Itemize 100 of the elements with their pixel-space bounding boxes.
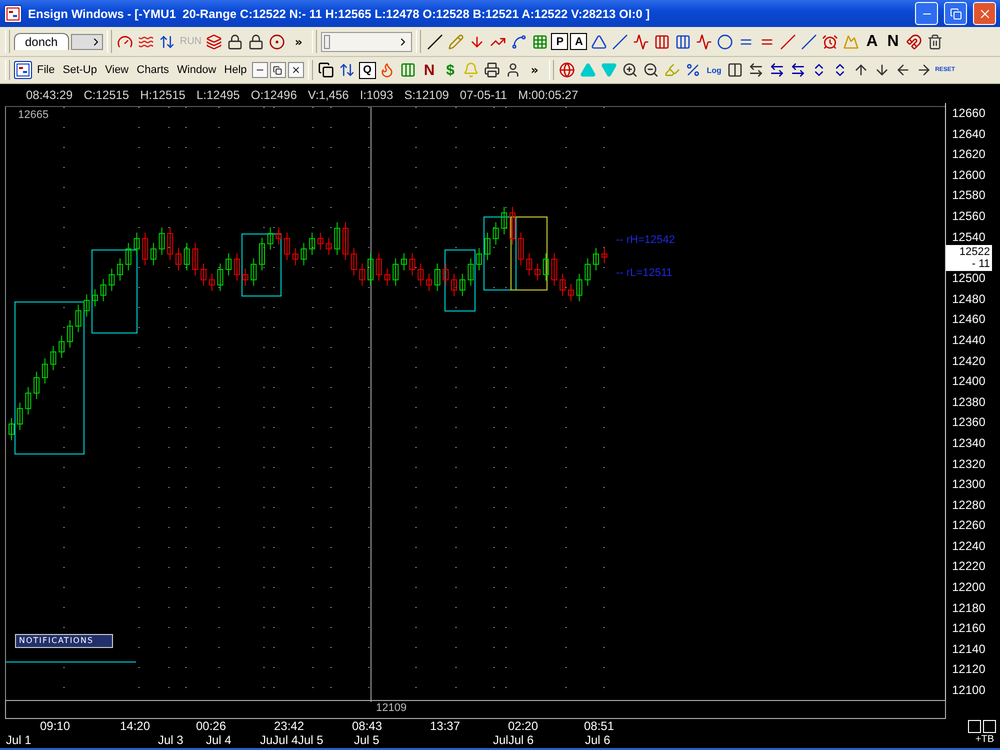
corner-label[interactable]: +TB <box>975 734 994 745</box>
printer-icon[interactable] <box>482 60 502 80</box>
menu-item[interactable]: Set-Up <box>60 64 100 76</box>
globe-icon[interactable] <box>558 60 577 80</box>
axis-label: 12480 <box>951 290 986 308</box>
date-label: Jul 3 <box>158 733 184 747</box>
zigzag-icon[interactable] <box>631 32 650 52</box>
line-icon[interactable] <box>425 32 444 52</box>
axis-label: 12660 <box>951 105 986 122</box>
quote-value: M:00:05:27 <box>518 88 578 102</box>
axis-label: 12300 <box>951 476 986 494</box>
price-tag: 12522 - 11 <box>946 245 992 272</box>
quote-value: O:12496 <box>250 88 297 102</box>
letter-tool[interactable]: $ <box>440 60 460 80</box>
quote-value: I:1093 <box>360 88 394 102</box>
time-label: 09:10 <box>40 719 70 733</box>
letter-tool[interactable]: N <box>420 60 439 80</box>
range-box <box>444 250 476 312</box>
window-title: Ensign Windows - [-YMU1 20-Range C:12522 N:- 11 H:12565 L:12478 O:12528 B:12521 A:12522 V:28213 OI:0 ] <box>28 6 651 20</box>
cursor-price-label: 12109 <box>376 702 407 714</box>
axis-label: 12200 <box>951 579 986 596</box>
axis-label: 12500 <box>951 270 986 288</box>
menu-item[interactable]: Help <box>221 64 250 76</box>
axis-label: 12180 <box>951 600 986 617</box>
axis-label: 12360 <box>951 414 986 432</box>
close-button[interactable] <box>288 62 304 78</box>
axis-label: 12580 <box>951 187 986 204</box>
level-label: -- rL=12511 <box>616 267 672 279</box>
letter-tool[interactable]: P <box>551 33 568 50</box>
axis-label: 12140 <box>951 640 986 658</box>
menu-item[interactable]: Window <box>174 64 220 76</box>
menu-item[interactable]: File <box>34 64 58 76</box>
wave-icon[interactable] <box>694 32 714 52</box>
app-logo-icon <box>4 4 22 22</box>
axis-label: 12340 <box>951 434 986 452</box>
axis-label: 12460 <box>951 311 986 328</box>
restore-icon <box>950 8 962 20</box>
axis-label: 12560 <box>951 208 986 225</box>
axis-label: 12540 <box>951 228 986 246</box>
magnet-icon[interactable] <box>904 32 924 52</box>
time-label: 02:20 <box>508 719 538 733</box>
time-label: 00:26 <box>196 719 226 733</box>
letter-tool[interactable]: Q <box>358 62 376 78</box>
axis-label: 12400 <box>951 373 986 390</box>
channel-icon[interactable] <box>610 32 630 52</box>
date-label: Jul 5 <box>354 733 380 747</box>
axis-label: 12100 <box>951 682 986 700</box>
menu-item[interactable]: View <box>102 64 132 76</box>
overflow-chevron[interactable]: » <box>530 63 539 77</box>
slider-thumb-icon[interactable] <box>324 34 330 48</box>
axis-label: 12380 <box>951 394 986 411</box>
axis-label: 12420 <box>951 352 986 370</box>
quote-value: V:1,456 <box>308 88 349 102</box>
slider-field[interactable] <box>321 32 412 52</box>
axis-label: 12260 <box>951 517 986 534</box>
date-label: Jul 1 <box>6 733 32 747</box>
date-label: Jul 4 <box>206 733 232 747</box>
axis-label: 12120 <box>951 661 986 678</box>
axis-label: 12440 <box>951 332 986 349</box>
range-box <box>242 234 282 296</box>
axis-label: 12220 <box>951 558 986 576</box>
target-icon[interactable] <box>268 32 287 52</box>
close-icon <box>290 65 301 75</box>
time-label: 13:37 <box>430 719 460 733</box>
overflow-chevron[interactable]: » <box>294 34 302 48</box>
axis-label: 12320 <box>951 456 986 472</box>
circle-icon[interactable] <box>715 32 734 52</box>
date-label: JulJul 6 <box>493 733 534 747</box>
scroll-arrows[interactable] <box>70 34 103 50</box>
menu-item[interactable]: Charts <box>134 64 172 76</box>
axis-label: 12620 <box>951 146 986 164</box>
quote-value: C:12515 <box>84 88 130 102</box>
date-label: Jul 5 <box>298 733 324 747</box>
restore-icon <box>273 66 282 74</box>
quote-value: 07-05-11 <box>460 88 508 102</box>
quote-value: 08:43:29 <box>26 88 73 102</box>
time-label: 14:20 <box>120 719 150 733</box>
axis-label: 12600 <box>951 166 986 184</box>
axis-label: 12640 <box>951 126 986 143</box>
time-label: 08:51 <box>584 719 614 733</box>
time-label: 08:43 <box>352 719 382 733</box>
axis-label: 12160 <box>951 620 986 638</box>
axis-label: 12280 <box>951 496 986 514</box>
restore-button[interactable] <box>270 62 286 78</box>
letter-tool[interactable]: A <box>862 32 882 52</box>
panel-squares-icon[interactable] <box>968 720 996 733</box>
log-scale-tool[interactable]: Log <box>704 60 724 80</box>
quote-value: H:12515 <box>140 88 186 102</box>
quote-value: S:12109 <box>404 88 449 102</box>
minimize-button[interactable] <box>252 62 268 78</box>
chart-tab[interactable]: donch <box>14 33 69 50</box>
notifications-button[interactable]: NOTIFICATIONS <box>15 634 113 648</box>
top-price-label: 12665 <box>18 109 49 121</box>
date-label: Jul 6 <box>585 733 610 747</box>
letter-tool[interactable]: A <box>570 33 588 50</box>
windows-icon[interactable] <box>316 60 336 80</box>
date-label: JuJul 4 <box>260 733 298 747</box>
app-logo-icon <box>14 61 32 79</box>
letter-tool[interactable]: N <box>883 32 902 52</box>
axis-label: 12240 <box>951 538 986 555</box>
